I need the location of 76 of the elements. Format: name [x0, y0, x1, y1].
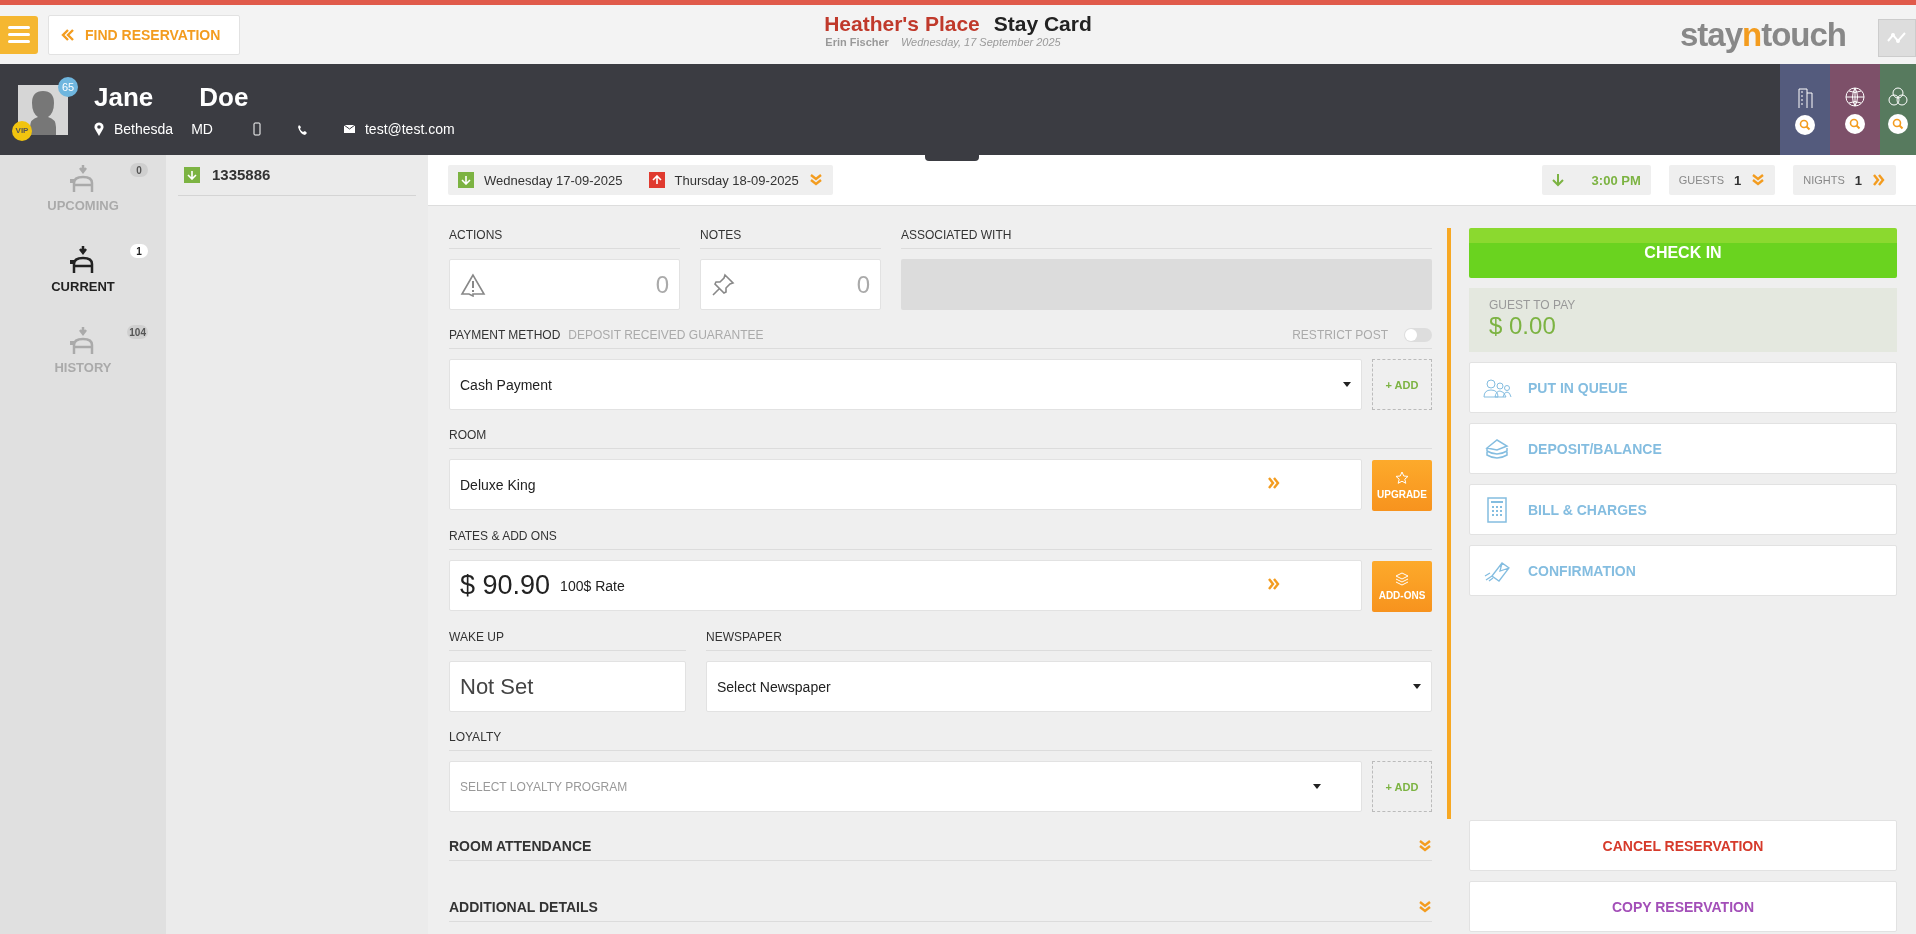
loyalty-dropdown[interactable]: SELECT LOYALTY PROGRAM — [449, 761, 1362, 812]
down-arrow-icon — [184, 166, 200, 183]
guests-button[interactable]: GUESTS 1 — [1668, 165, 1776, 195]
business-date: Wednesday, 17 September 2025 — [900, 36, 1061, 48]
balance-amount: $ 0.00 — [1489, 312, 1557, 340]
warning-icon — [460, 272, 486, 297]
mobile-icon — [252, 122, 261, 136]
timeline-tab[interactable]: CURRENT 1 — [18, 244, 148, 295]
location-pin-icon — [94, 122, 104, 136]
section-label: NOTES — [700, 228, 742, 242]
section-label: ASSOCIATED WITH — [901, 228, 1012, 242]
stay-dates-button[interactable]: Wednesday 17-09-2025 Thursday 18-09-2025 — [448, 165, 833, 195]
chevron-icon — [1872, 173, 1886, 187]
vip-badge: VIP — [12, 120, 32, 141]
down-arrow-icon — [1551, 173, 1564, 187]
section-header[interactable]: ROOM ATTENDANCE — [449, 838, 1432, 861]
section-label: WAKE UP — [449, 630, 504, 644]
state: MD — [191, 121, 213, 137]
pin-icon — [711, 272, 735, 297]
chevron-icon — [808, 173, 823, 187]
card-tile[interactable] — [1880, 64, 1916, 155]
payment-note: DEPOSIT RECEIVED GUARANTEE — [568, 328, 764, 342]
circles-icon — [1887, 85, 1909, 108]
hotel-name: Heather's Place — [824, 12, 980, 36]
coins-icon — [1484, 437, 1510, 460]
card-tile[interactable] — [1780, 64, 1830, 155]
chevron-icon — [1418, 900, 1432, 914]
page-title: Stay Card — [993, 12, 1092, 36]
card-tile[interactable] — [1830, 64, 1880, 155]
last-name: Doe — [199, 82, 249, 113]
restrict-post-toggle[interactable] — [1404, 328, 1432, 342]
section-label: ACTIONS — [449, 228, 503, 242]
copy-reservation-button[interactable]: COPY RESERVATION — [1469, 881, 1897, 932]
email: test@test.com — [364, 121, 455, 137]
payment-dropdown[interactable]: Cash Payment — [449, 359, 1362, 410]
star-icon — [1395, 471, 1409, 485]
chevron-icon — [61, 27, 75, 42]
phone-icon — [296, 123, 308, 135]
count-badge: 0 — [130, 163, 148, 177]
globe-icon — [1844, 85, 1866, 108]
chevron-icon — [1751, 173, 1766, 187]
cancel-reservation-button[interactable]: CANCEL RESERVATION — [1469, 820, 1897, 871]
count-badge: 65 — [58, 76, 78, 97]
count-badge: 104 — [127, 325, 148, 339]
logo: stayntouch — [1679, 15, 1846, 54]
wake-up-field[interactable]: Not Set — [449, 661, 686, 712]
section-label: ROOM — [449, 428, 487, 442]
mail-icon — [343, 125, 355, 133]
reservation-item[interactable]: 1335886 — [178, 165, 416, 196]
calculator-icon — [1487, 496, 1507, 523]
layers-icon — [1395, 572, 1409, 586]
room-field[interactable]: Deluxe King — [449, 459, 1362, 510]
search-icon — [1888, 113, 1908, 134]
first-name: Jane — [94, 82, 154, 113]
section-label: LOYALTY — [449, 730, 502, 744]
chevron-icon — [1267, 577, 1281, 591]
up-arrow-icon — [648, 172, 665, 188]
down-arrow-icon — [458, 172, 474, 188]
search-icon — [1845, 113, 1865, 134]
newspaper-dropdown[interactable]: Select Newspaper — [706, 661, 1432, 712]
city: Bethesda — [114, 121, 174, 137]
section-label: PAYMENT METHOD — [449, 328, 561, 342]
nights-button[interactable]: NIGHTS 1 — [1793, 165, 1896, 195]
section-label: RATES & ADD ONS — [449, 529, 557, 543]
section-label: NEWSPAPER — [706, 630, 782, 644]
count-badge: 1 — [130, 244, 148, 258]
search-icon — [1795, 114, 1815, 135]
activity-icon — [1887, 31, 1907, 45]
balance-label: GUEST TO PAY — [1489, 298, 1577, 312]
user-name: Erin Fischer — [825, 36, 889, 48]
rate-field[interactable]: $ 90.90 100$ Rate — [449, 560, 1362, 611]
people-icon — [1482, 377, 1512, 398]
restrict-post-label: RESTRICT POST — [1292, 328, 1388, 342]
section-header[interactable]: ADDITIONAL DETAILS — [449, 899, 1432, 922]
chevron-icon — [1267, 476, 1281, 490]
chevron-icon — [1418, 839, 1432, 853]
